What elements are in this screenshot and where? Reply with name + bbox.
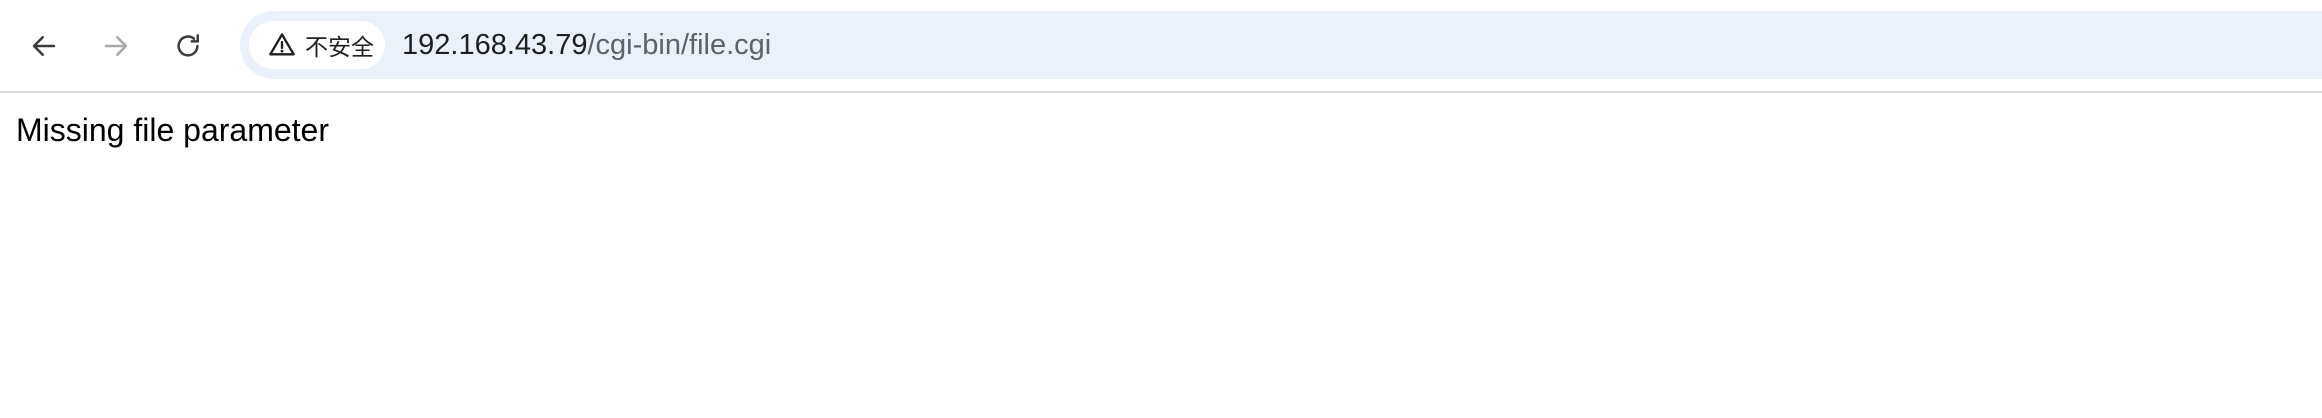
url-text[interactable]: 192.168.43.79/cgi-bin/file.cgi bbox=[402, 11, 771, 79]
forward-button[interactable] bbox=[91, 21, 141, 71]
back-button[interactable] bbox=[19, 21, 69, 71]
warning-triangle-icon bbox=[267, 30, 297, 60]
toolbar-divider bbox=[0, 91, 2322, 93]
reload-button[interactable] bbox=[163, 21, 213, 71]
arrow-left-icon bbox=[29, 31, 59, 61]
url-host: 192.168.43.79 bbox=[402, 29, 588, 61]
url-path: /cgi-bin/file.cgi bbox=[587, 29, 772, 61]
security-indicator-chip[interactable]: 不安全 bbox=[249, 21, 385, 69]
arrow-right-icon bbox=[101, 31, 131, 61]
browser-toolbar: 不安全 192.168.43.79/cgi-bin/file.cgi bbox=[0, 0, 2322, 91]
address-bar[interactable]: 不安全 192.168.43.79/cgi-bin/file.cgi bbox=[240, 11, 2322, 79]
reload-icon bbox=[173, 31, 203, 61]
security-label: 不安全 bbox=[305, 35, 374, 61]
page-body-text: Missing file parameter bbox=[16, 112, 329, 148]
